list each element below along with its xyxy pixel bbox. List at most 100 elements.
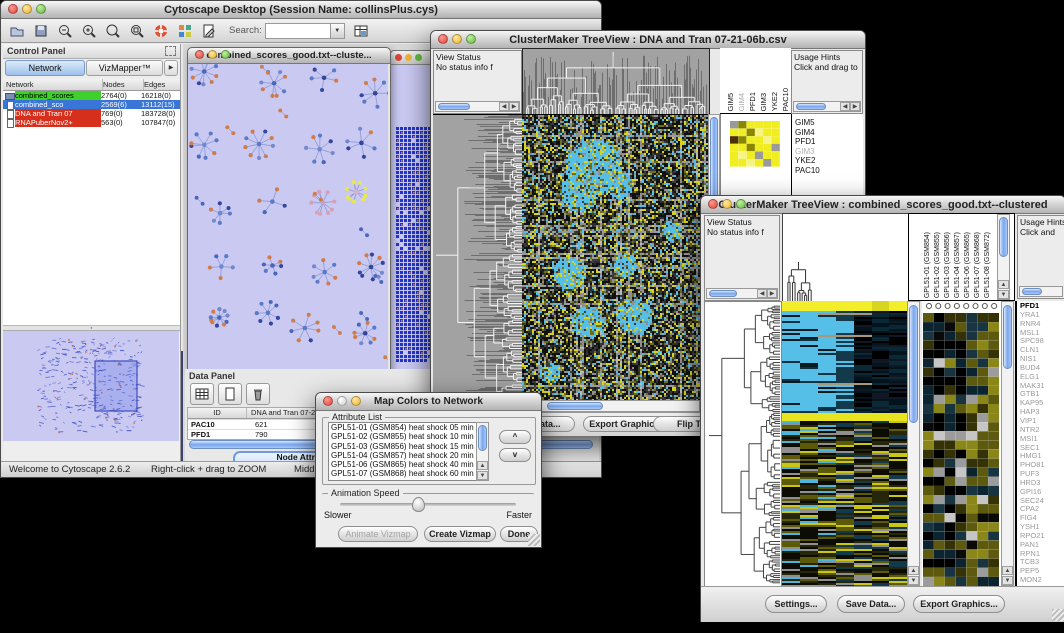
tv2-heatmap-vscrollbar[interactable]: ▲ ▼ (907, 301, 920, 586)
tv2-save-data-button[interactable]: Save Data... (837, 595, 905, 613)
close-button[interactable] (395, 54, 402, 61)
tv1-column-label[interactable]: GIM4 (737, 93, 746, 111)
close-button[interactable] (8, 4, 18, 14)
tv1-heatmap[interactable] (522, 114, 708, 401)
tv1-column-label[interactable]: GIM5 (726, 93, 735, 111)
tv2-detail-heatmap[interactable] (922, 301, 1001, 586)
tv2-row-dendrogram[interactable] (704, 301, 782, 588)
zoom-fit-icon[interactable] (102, 21, 124, 41)
annotation-page-icon[interactable] (198, 21, 220, 41)
tv2-gene-item[interactable]: MSI1 (1020, 435, 1064, 444)
zoom-button[interactable] (351, 396, 361, 406)
tv2-export-graphics-button[interactable]: Export Graphics... (913, 595, 1005, 613)
main-titlebar[interactable]: Cytoscape Desktop (Session Name: collins… (1, 1, 601, 19)
tv2-settings-button[interactable]: Settings... (765, 595, 827, 613)
tv2-detail-vscrollbar[interactable]: ▲ ▼ (1001, 301, 1014, 586)
treeview1-titlebar[interactable]: ClusterMaker TreeView : DNA and Tran 07-… (431, 31, 865, 49)
tv2-gene-item[interactable]: KAP95 (1020, 399, 1064, 408)
network-canvas-1[interactable] (188, 64, 388, 369)
tv2-column-label[interactable]: GPL51-02 (GSM855) (933, 232, 942, 298)
zoom-selected-icon[interactable] (126, 21, 148, 41)
network-canvas-2[interactable] (391, 65, 433, 370)
tv1-gene-item[interactable]: PAC10 (795, 166, 863, 176)
float-panel-icon[interactable] (165, 46, 176, 56)
attribute-list-item[interactable]: GPL51-02 (GSM855) heat shock 10 min (329, 432, 477, 441)
resize-grip[interactable] (1052, 609, 1064, 621)
tv2-gene-item[interactable]: PFD1 (1020, 302, 1064, 311)
table-import-icon[interactable] (350, 21, 372, 41)
tv2-gene-item[interactable]: RNR4 (1020, 320, 1064, 329)
open-icon[interactable] (6, 21, 28, 41)
resize-grip[interactable] (528, 534, 540, 546)
tv2-column-label[interactable]: GPL51-01 (GSM854) (923, 232, 932, 298)
network1-titlebar[interactable]: combined_scores_good.txt--cluste... (188, 48, 390, 64)
attribute-grid-icon[interactable] (190, 383, 214, 405)
minimize-button[interactable] (722, 199, 732, 209)
zoom-button[interactable] (221, 50, 230, 59)
tv2-gene-item[interactable]: NIS1 (1020, 355, 1064, 364)
network-list-row[interactable]: combined_scores2764(0)16218(0) (3, 91, 180, 100)
tv2-gene-item[interactable]: PHO81 (1020, 461, 1064, 470)
tv2-gene-item[interactable]: BUD4 (1020, 364, 1064, 373)
network-list-row[interactable]: DNA and Tran 07769(0)183728(0) (3, 109, 180, 118)
zoom-button[interactable] (415, 54, 422, 61)
tv2-gene-item[interactable]: MON2 (1020, 576, 1064, 585)
tv2-gene-item[interactable]: PUF3 (1020, 470, 1064, 479)
tv1-column-label[interactable]: YKE2 (770, 92, 779, 111)
attribute-list-item[interactable]: GPL51-06 (GSM865) heat shock 40 min (329, 460, 477, 469)
tv2-gene-item[interactable]: PEP5 (1020, 567, 1064, 576)
tv2-gene-item[interactable]: VIP1 (1020, 417, 1064, 426)
attribute-list-scrollbar[interactable]: ▲ ▼ (476, 422, 489, 481)
tv2-gene-item[interactable]: SPC98 (1020, 337, 1064, 346)
tv2-column-dendrogram[interactable] (782, 213, 909, 303)
dialog-titlebar[interactable]: Map Colors to Network (316, 393, 541, 411)
tv2-column-label[interactable]: GPL51-06 (GSM865) (963, 232, 972, 298)
tv1-gene-item[interactable]: PFD1 (795, 137, 863, 147)
tv1-row-dendrogram[interactable] (433, 114, 522, 401)
tv2-gene-item[interactable]: YRA1 (1020, 311, 1064, 320)
tv2-column-label[interactable]: GPL51-03 (GSM856) (943, 232, 952, 298)
minimize-button[interactable] (452, 34, 462, 44)
tv2-gene-item[interactable]: HRD3 (1020, 479, 1064, 488)
tv2-status-scrollbar[interactable]: ◀ ▶ (706, 288, 778, 299)
network-list-row[interactable]: RNAPuberNov2+563(0)107847(0) (3, 118, 180, 127)
tab-vizmapper[interactable]: VizMapper™ (86, 60, 163, 76)
search-dropdown-arrow[interactable]: ▼ (331, 23, 345, 39)
attribute-list-item[interactable]: GPL51-03 (GSM856) heat shock 15 min (329, 442, 477, 451)
tv2-gene-item[interactable]: SEC24 (1020, 497, 1064, 506)
move-down-button[interactable]: v (499, 448, 531, 462)
new-attribute-icon[interactable] (218, 383, 242, 405)
tv1-column-label[interactable]: GIM3 (759, 93, 768, 111)
zoom-in-icon[interactable] (78, 21, 100, 41)
tv2-gene-item[interactable]: PAN1 (1020, 541, 1064, 550)
close-button[interactable] (708, 199, 718, 209)
minimize-button[interactable] (405, 54, 412, 61)
network2-titlebar[interactable] (391, 51, 435, 65)
tv1-heatmap-hscrollbar[interactable]: ◀ ▶ (522, 400, 720, 412)
treeview2-titlebar[interactable]: ClusterMaker TreeView : combined_scores_… (701, 196, 1064, 214)
tv2-labels-scrollbar[interactable]: ▲ ▼ (997, 214, 1010, 300)
move-up-button[interactable]: ^ (499, 430, 531, 444)
tv1-status-scrollbar[interactable]: ◀ ▶ (435, 101, 520, 112)
tv2-column-label[interactable]: GPL51-08 (GSM872) (983, 232, 992, 298)
tv1-hints-scrollbar[interactable]: ◀ ▶ (793, 101, 861, 112)
tv2-gene-item[interactable]: MAK31 (1020, 382, 1064, 391)
speed-slider-track[interactable] (340, 503, 516, 506)
tv2-heatmap[interactable] (782, 301, 907, 586)
speed-slider-thumb[interactable] (412, 497, 425, 512)
tv2-gene-item[interactable]: CPA2 (1020, 505, 1064, 514)
tv2-gene-item[interactable]: TCB3 (1020, 558, 1064, 567)
zoom-button[interactable] (736, 199, 746, 209)
close-button[interactable] (195, 50, 204, 59)
tv2-gene-item[interactable]: HMG1 (1020, 452, 1064, 461)
animate-vizmap-button[interactable]: Animate Vizmap (338, 526, 418, 542)
tv1-gene-item[interactable]: YKE2 (795, 156, 863, 166)
minimize-button[interactable] (22, 4, 32, 14)
tv2-gene-item[interactable]: YSH1 (1020, 523, 1064, 532)
help-lifebuoy-icon[interactable] (150, 21, 172, 41)
tv2-gene-item[interactable]: GTB1 (1020, 390, 1064, 399)
tv2-hints-scrollbar[interactable] (1019, 286, 1063, 297)
attribute-list-item[interactable]: GPL51-07 (GSM868) heat shock 60 min (329, 469, 477, 478)
zoom-out-icon[interactable] (54, 21, 76, 41)
tv2-gene-item[interactable]: CLN1 (1020, 346, 1064, 355)
